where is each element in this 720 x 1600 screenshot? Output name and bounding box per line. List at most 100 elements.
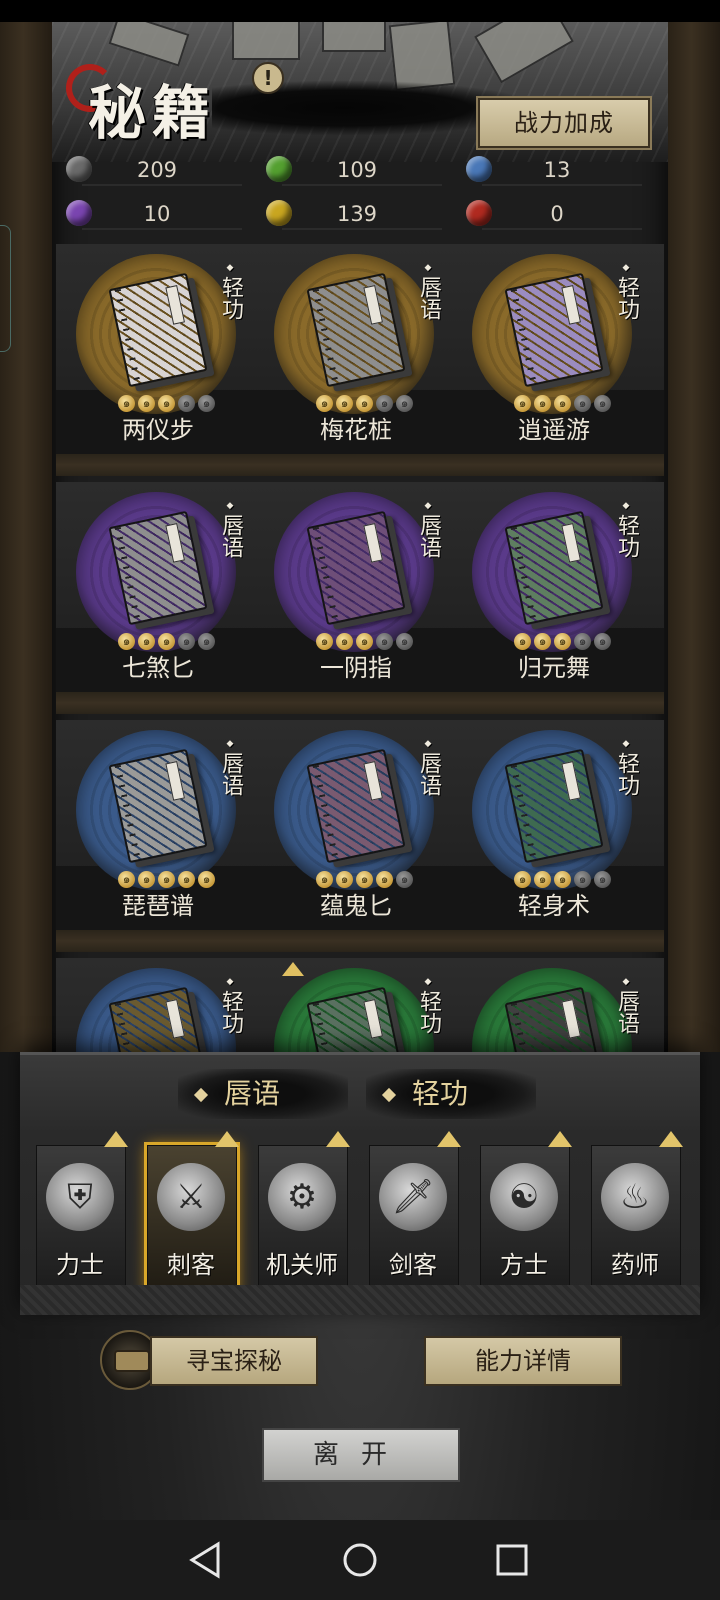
skill-type-tag: ◆ 轻功 [216,976,244,1040]
class-label: 药师 [611,1251,659,1279]
essence-orb-icon [466,156,492,182]
essence-orb-icon [66,156,92,182]
essence-count: 109 [336,158,378,182]
essence-orb-icon [466,200,492,226]
diamond-icon: ◆ [622,739,630,749]
diamond-icon [381,1087,397,1103]
class-tab[interactable]: ⛨ 力士 [30,1131,130,1297]
diamond-icon: ◆ [226,263,234,273]
treasure-hunt-button[interactable]: 寻宝探秘 [150,1336,318,1386]
skill-type-tag: ◆ 轻功 [612,738,640,802]
book-row: ◆ 轻功 ◆ 轻功 ◆ 唇语 [56,958,664,1052]
book-name: 归元舞 [518,654,590,682]
book-card[interactable]: ◆ 唇语 [456,958,652,1052]
essence-counter: 139 [262,194,452,234]
book-name: 逍遥游 [518,416,590,444]
book-card[interactable]: ◆ 轻功 ๑๑๑๑๑ 逍遥游 [456,244,652,458]
upgrade-arrow-icon [548,1131,572,1147]
yin-yang-icon: ☯ [490,1163,558,1231]
filter-label: 轻功 [412,1077,469,1110]
scattered-paper [474,22,574,84]
book-name: 梅花桩 [320,416,392,444]
skill-type-tag: ◆ 唇语 [216,500,244,564]
skill-type-label: 唇语 [416,276,441,320]
filter-tag-qinggong[interactable]: 轻功 [366,1069,536,1119]
class-label: 刺客 [167,1251,215,1279]
book-row: ◆ 唇语 ๑๑๑๑๑ 琵琶谱 ◆ 唇语 ๑๑๑๑๑ 蕴鬼匕 ◆ 轻功 ๑๑๑๑๑ 轻身术 [56,720,664,952]
skill-type-tag: ◆ 唇语 [612,976,640,1040]
divider [482,184,642,186]
circle-home-icon[interactable] [338,1538,382,1582]
book-card[interactable]: ◆ 唇语 ๑๑๑๑๑ 梅花桩 [258,244,454,458]
star-rating: ๑๑๑๑๑ [316,868,416,888]
upgrade-arrow-icon [282,962,304,976]
skill-type-tag: ◆ 轻功 [612,500,640,564]
sword-icon: 🗡 [379,1163,447,1231]
leave-button[interactable]: 离开 [262,1428,460,1482]
skill-type-label: 唇语 [416,514,441,558]
skill-type-label: 唇语 [218,514,243,558]
diamond-icon: ◆ [226,739,234,749]
book-card[interactable]: ◆ 唇语 ๑๑๑๑๑ 琵琶谱 [60,720,256,934]
class-tab[interactable]: ⚙ 机关师 [252,1131,352,1297]
status-bar [0,0,720,22]
essence-counter: 209 [62,150,252,190]
skill-type-label: 轻功 [614,276,639,320]
triangle-back-icon[interactable] [184,1538,228,1582]
star-rating: ๑๑๑๑๑ [514,630,614,650]
class-tab[interactable]: 🗡 剑客 [363,1131,463,1297]
secret-manual-panel: 秘籍 ! 战力加成 209 109 13 10 139 0 ◆ 轻功 ๑๑๑๑๑ 两仪步 ◆ 唇语 ๑… [52,22,668,1052]
essence-counter: 109 [262,150,452,190]
book-card[interactable]: ◆ 唇语 ๑๑๑๑๑ 一阴指 [258,482,454,696]
book-card[interactable]: ◆ 轻功 ๑๑๑๑๑ 两仪步 [60,244,256,458]
alert-icon[interactable]: ! [252,62,284,94]
side-drawer-tab[interactable] [0,225,11,352]
book-name: 轻身术 [518,892,590,920]
skill-type-label: 轻功 [416,990,441,1034]
page-title: 秘籍 [88,79,217,147]
shield-mask-icon: ⛨ [46,1163,114,1231]
class-tab[interactable]: ⚔ 刺客 [141,1131,241,1297]
power-bonus-button[interactable]: 战力加成 [478,98,650,148]
book-card[interactable]: ◆ 轻功 ๑๑๑๑๑ 归元舞 [456,482,652,696]
ability-details-button[interactable]: 能力详情 [424,1336,622,1386]
square-recent-icon[interactable] [490,1538,534,1582]
skill-type-label: 唇语 [416,752,441,796]
essence-counter: 13 [462,150,652,190]
star-rating: ๑๑๑๑๑ [118,868,218,888]
book-name: 一阴指 [320,654,392,682]
dagger-slash-icon: ⚔ [157,1163,225,1231]
upgrade-arrow-icon [437,1131,461,1147]
diamond-icon: ◆ [622,501,630,511]
class-tab[interactable]: ♨ 药师 [585,1131,685,1297]
essence-count: 139 [336,202,378,226]
skill-type-label: 唇语 [614,990,639,1034]
diamond-icon: ◆ [424,977,432,987]
upgrade-arrow-icon [104,1131,128,1147]
skill-type-tag: ◆ 唇语 [216,738,244,802]
skill-type-label: 轻功 [218,990,243,1034]
filter-tag-lip-language[interactable]: 唇语 [178,1069,348,1119]
divider [482,228,642,230]
scattered-paper [322,22,386,52]
essence-counters: 209 109 13 10 139 0 [62,150,658,238]
book-row: ◆ 轻功 ๑๑๑๑๑ 两仪步 ◆ 唇语 ๑๑๑๑๑ 梅花桩 ◆ 轻功 ๑๑๑๑๑ 逍遥游 [56,244,664,476]
book-card[interactable]: ◆ 轻功 ๑๑๑๑๑ 轻身术 [456,720,652,934]
essence-orb-icon [66,200,92,226]
divider [82,184,242,186]
diamond-icon: ◆ [424,263,432,273]
skill-type-tag: ◆ 唇语 [414,262,442,326]
book-card[interactable]: ◆ 轻功 [60,958,256,1052]
essence-orb-icon [266,156,292,182]
class-label: 剑客 [389,1251,437,1279]
book-row: ◆ 唇语 ๑๑๑๑๑ 七煞匕 ◆ 唇语 ๑๑๑๑๑ 一阴指 ◆ 轻功 ๑๑๑๑๑ 归元舞 [56,482,664,714]
book-card[interactable]: ◆ 轻功 [258,958,454,1052]
book-card[interactable]: ◆ 唇语 ๑๑๑๑๑ 七煞匕 [60,482,256,696]
skill-type-label: 轻功 [614,752,639,796]
skill-type-label: 轻功 [614,514,639,558]
skill-type-label: 轻功 [218,276,243,320]
book-card[interactable]: ◆ 唇语 ๑๑๑๑๑ 蕴鬼匕 [258,720,454,934]
class-tab[interactable]: ☯ 方士 [474,1131,574,1297]
skill-type-label: 唇语 [218,752,243,796]
upgrade-arrow-icon [659,1131,683,1147]
